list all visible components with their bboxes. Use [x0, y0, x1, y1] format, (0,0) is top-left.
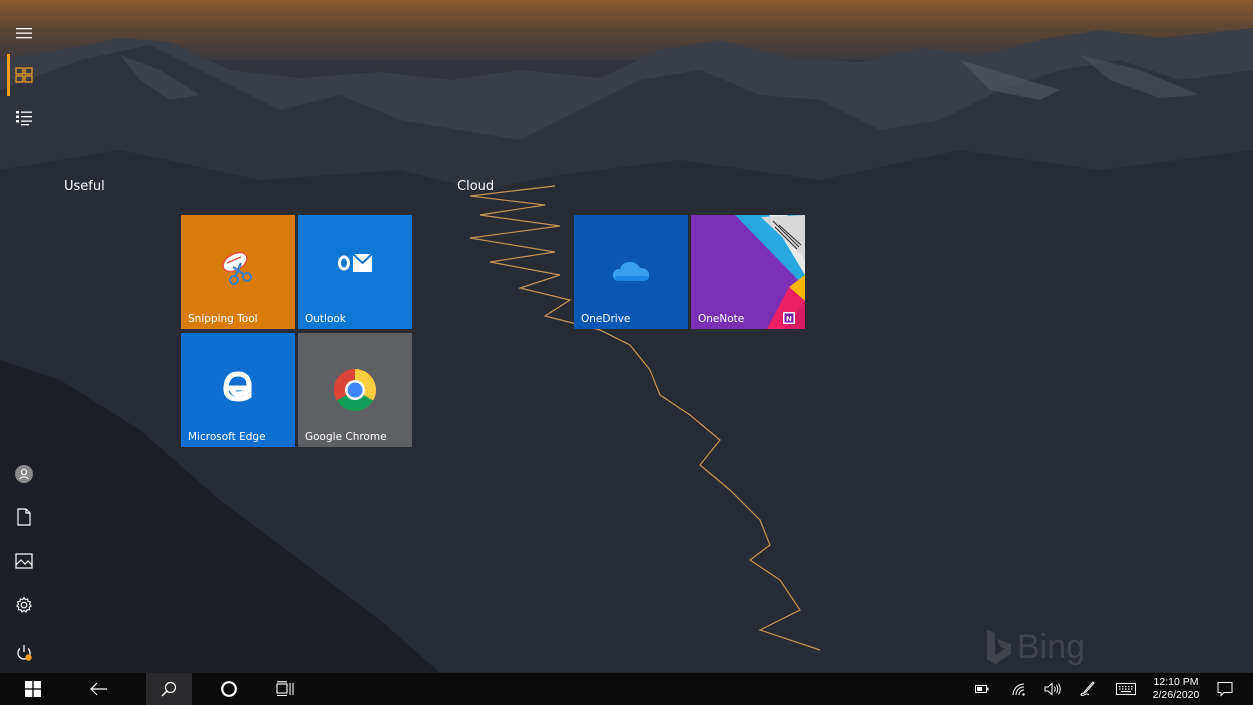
task-view-button[interactable]: [262, 673, 308, 705]
taskbar: 12:10 PM 2/26/2020: [0, 673, 1253, 705]
tile-label: Microsoft Edge: [188, 431, 266, 443]
tile-label: Google Chrome: [305, 431, 387, 443]
windows-ink-button[interactable]: [1077, 673, 1097, 705]
search-icon: [161, 681, 177, 697]
user-icon: [15, 465, 33, 483]
back-button[interactable]: [76, 673, 122, 705]
expand-menu-button[interactable]: [0, 13, 48, 53]
action-center-button[interactable]: [1214, 673, 1236, 705]
tile-label: OneDrive: [581, 313, 631, 325]
task-view-icon: [276, 681, 294, 697]
network-button[interactable]: [1009, 673, 1029, 705]
action-center-icon: [1217, 682, 1233, 697]
cortana-icon: [221, 681, 237, 697]
tile-label: OneNote: [698, 313, 745, 325]
tile-label: Outlook: [305, 313, 346, 325]
bing-logo-icon: [987, 629, 1011, 664]
touch-keyboard-button[interactable]: [1114, 673, 1138, 705]
all-apps-button[interactable]: [0, 98, 48, 138]
scissors-icon: [222, 251, 252, 285]
tile-onedrive[interactable]: OneDrive: [574, 215, 688, 329]
tiles-icon: [15, 67, 33, 83]
documents-icon: [17, 508, 31, 526]
taskbar-clock[interactable]: 12:10 PM 2/26/2020: [1148, 676, 1204, 702]
tile-label: Snipping Tool: [188, 313, 258, 325]
back-icon: [90, 682, 107, 696]
onedrive-cloud-icon: [613, 262, 649, 281]
onenote-live-artwork: N: [735, 215, 805, 329]
settings-icon: [15, 596, 33, 613]
group-title-useful[interactable]: Useful: [64, 179, 105, 194]
power-button[interactable]: [0, 633, 48, 673]
outlook-icon: [336, 251, 373, 275]
pen-icon: [1080, 681, 1095, 696]
edge-icon: [223, 371, 252, 402]
search-button[interactable]: [146, 673, 192, 705]
group-title-cloud[interactable]: Cloud: [457, 179, 494, 194]
pinned-tiles-button[interactable]: [0, 55, 48, 95]
battery-icon: [975, 685, 989, 693]
wifi-icon: [1012, 683, 1025, 696]
user-account-button[interactable]: [0, 454, 48, 494]
documents-button[interactable]: [0, 497, 48, 537]
bing-watermark-text: Bing: [1017, 628, 1086, 666]
tile-microsoft-edge[interactable]: Microsoft Edge: [181, 333, 295, 447]
all-apps-icon: [16, 111, 32, 126]
tile-google-chrome[interactable]: Google Chrome: [298, 333, 412, 447]
svg-text:N: N: [786, 315, 792, 323]
battery-button[interactable]: [974, 673, 990, 705]
tile-onenote[interactable]: N OneNote: [691, 215, 805, 329]
cortana-button[interactable]: [206, 673, 252, 705]
bing-watermark: Bing: [985, 628, 1085, 667]
start-left-rail: [0, 0, 48, 673]
tile-outlook[interactable]: Outlook: [298, 215, 412, 329]
volume-button[interactable]: [1043, 673, 1063, 705]
clock-date: 2/26/2020: [1152, 689, 1200, 701]
tile-snipping-tool[interactable]: Snipping Tool: [181, 215, 295, 329]
tablet-start-screen: Bing Useful Cloud Snipping Tool Outlook …: [0, 0, 1253, 705]
clock-time: 12:10 PM: [1153, 676, 1199, 688]
volume-icon: [1044, 682, 1061, 696]
pictures-icon: [15, 553, 33, 569]
settings-button[interactable]: [0, 585, 48, 625]
power-icon: [17, 645, 32, 661]
keyboard-icon: [1116, 683, 1136, 695]
windows-icon: [25, 681, 41, 697]
hamburger-icon: [16, 28, 32, 39]
chrome-icon: [333, 369, 377, 412]
start-button[interactable]: [10, 673, 56, 705]
pictures-button[interactable]: [0, 541, 48, 581]
